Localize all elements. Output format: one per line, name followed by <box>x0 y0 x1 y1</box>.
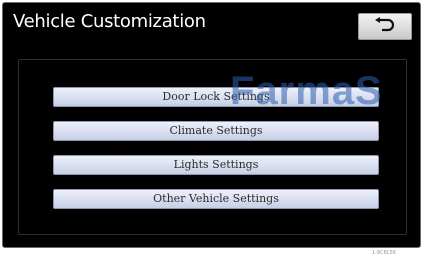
other-vehicle-settings-button[interactable]: Other Vehicle Settings <box>53 189 379 209</box>
door-lock-settings-button[interactable]: Door Lock Settings <box>53 87 379 107</box>
page-title: Vehicle Customization <box>13 11 206 32</box>
climate-settings-button[interactable]: Climate Settings <box>53 121 379 141</box>
lights-settings-button[interactable]: Lights Settings <box>53 155 379 175</box>
back-button[interactable] <box>358 13 412 40</box>
display-screen: Vehicle Customization Door Lock Settings… <box>2 2 421 248</box>
return-arrow-icon <box>373 16 397 37</box>
figure-code: 1-8C8L56 <box>372 250 396 256</box>
